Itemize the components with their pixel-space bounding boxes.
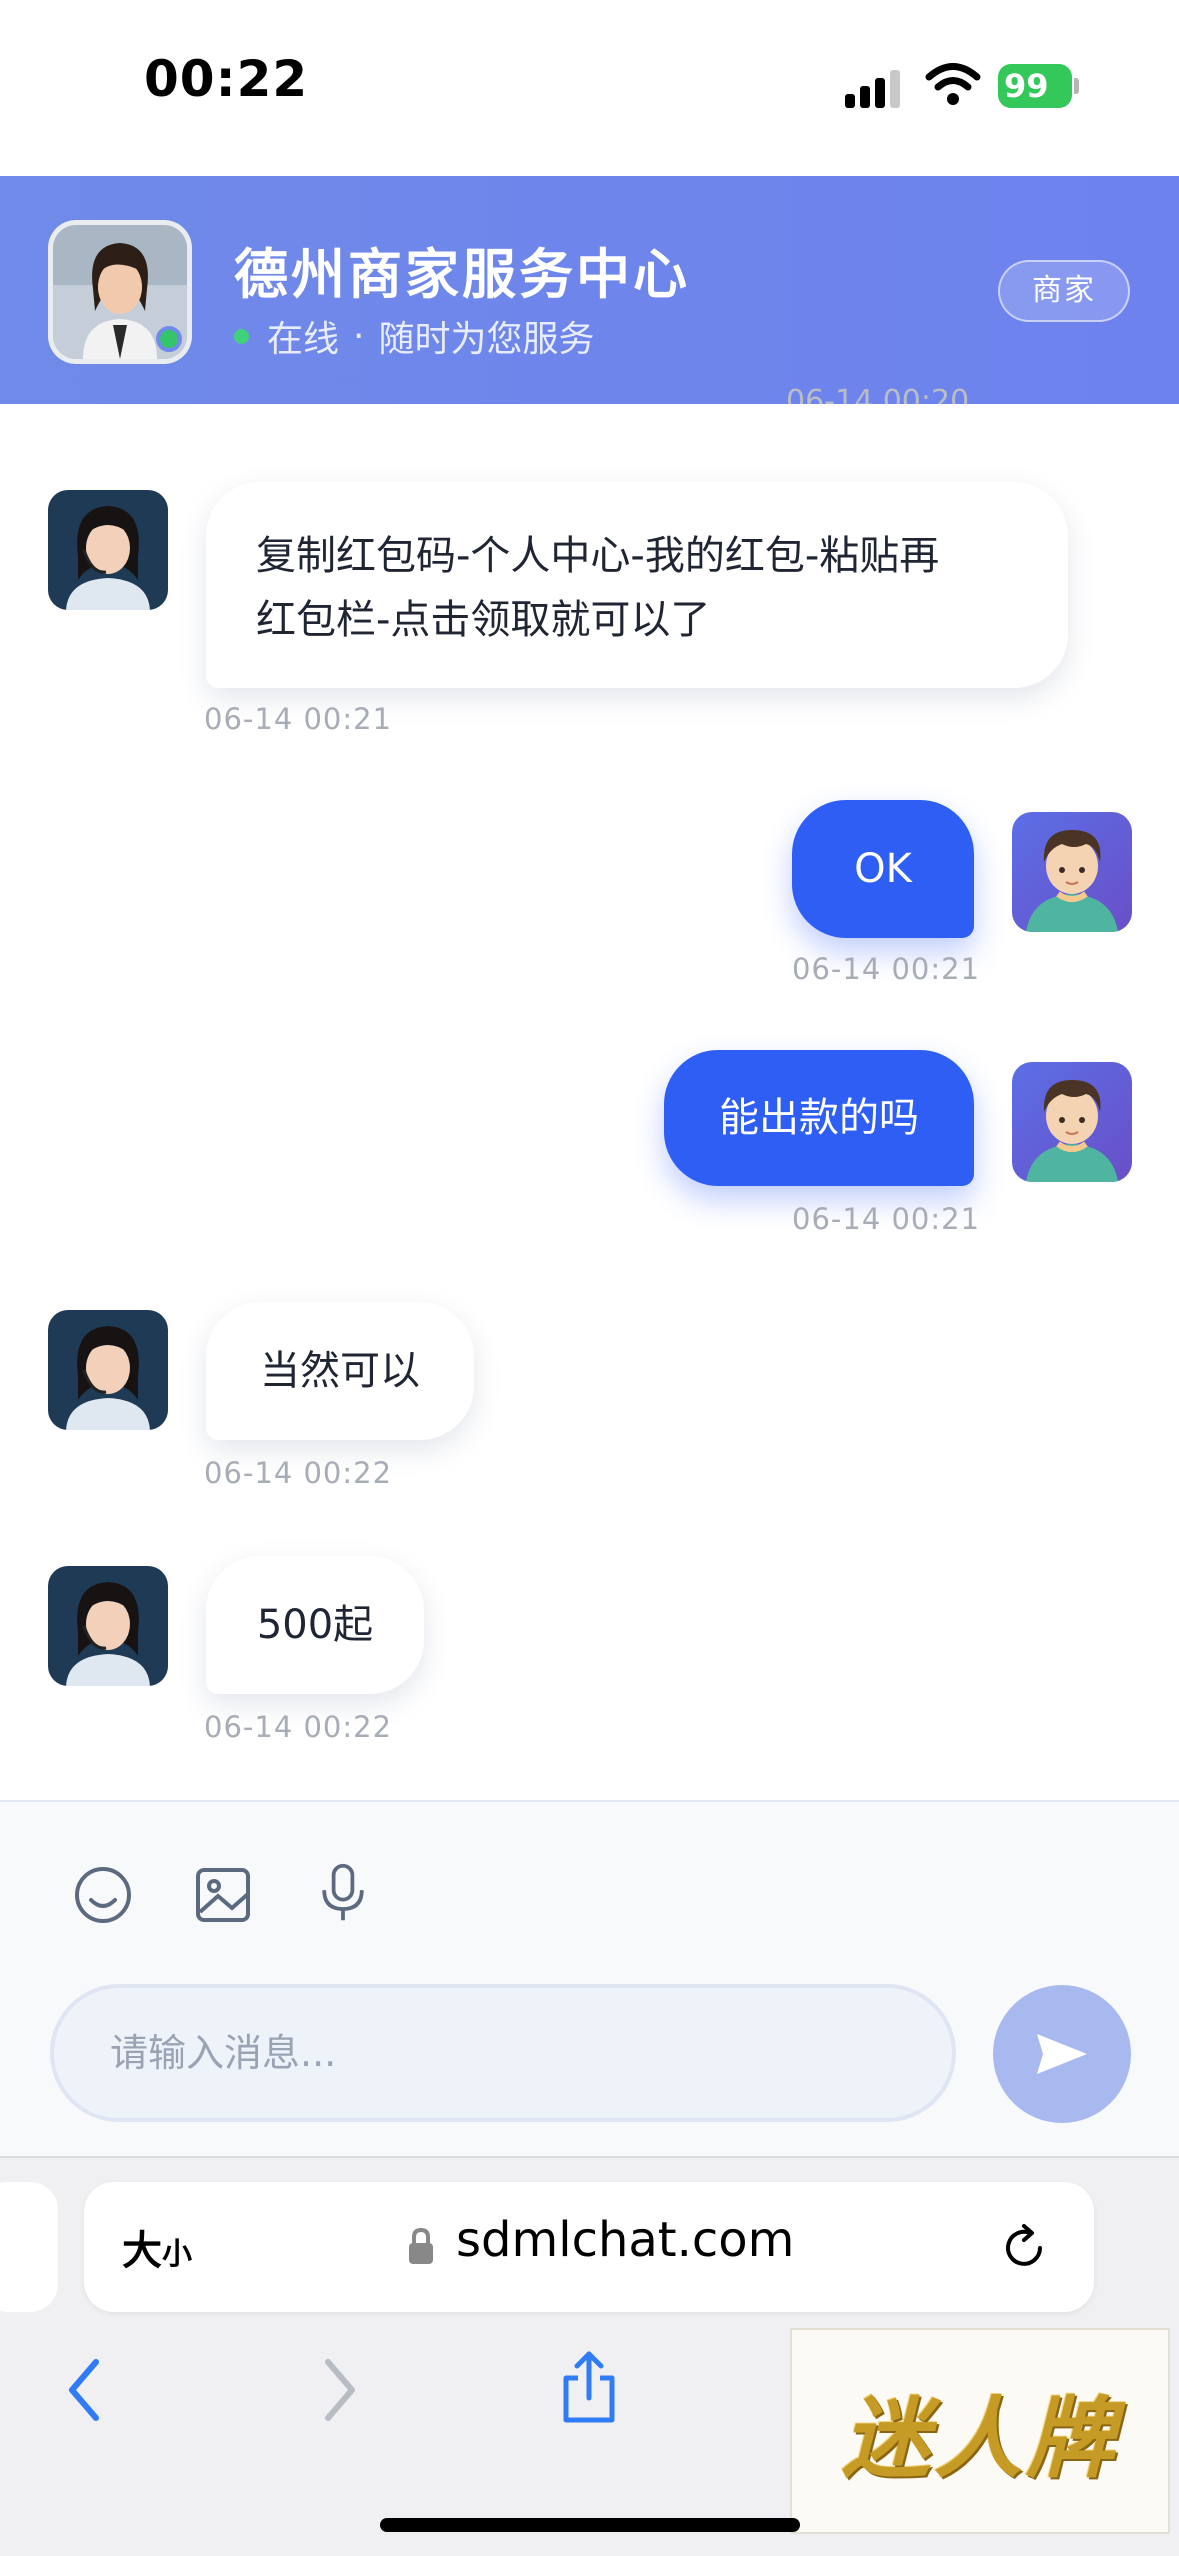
agent-headset-avatar-icon bbox=[48, 490, 168, 610]
lock-icon bbox=[409, 2227, 433, 2264]
user-message-avatar bbox=[1012, 1062, 1132, 1182]
message-timestamp: 06-14 00:21 bbox=[792, 952, 981, 986]
forward-icon[interactable] bbox=[304, 2350, 374, 2430]
wifi-icon bbox=[925, 63, 981, 105]
agent-headset-avatar-icon bbox=[48, 1566, 168, 1686]
watermark-logo: 迷人牌 bbox=[790, 2328, 1170, 2534]
reload-icon[interactable] bbox=[996, 2220, 1052, 2276]
status-time: 00:22 bbox=[144, 50, 309, 108]
chat-header: 德州商家服务中心 在线 · 随时为您服务 商家 bbox=[0, 176, 1179, 404]
message-bubble-outgoing: OK bbox=[792, 800, 974, 938]
chat-screen: 00:22 99 德州商家服务中心 在线 · 随时为您服务 商家 06-14 0… bbox=[0, 0, 1179, 2556]
message-input[interactable] bbox=[50, 1984, 956, 2122]
microphone-icon[interactable] bbox=[312, 1862, 374, 1924]
merchant-badge[interactable]: 商家 bbox=[998, 260, 1130, 322]
agent-message-avatar bbox=[48, 1566, 168, 1686]
agent-message-avatar bbox=[48, 490, 168, 610]
online-label: 在线 bbox=[267, 319, 340, 360]
message-bubble-outgoing: 能出款的吗 bbox=[664, 1050, 974, 1186]
text-size-small-label: 小 bbox=[162, 2237, 192, 2272]
message-timestamp: 06-14 00:22 bbox=[204, 1456, 393, 1490]
message-composer bbox=[0, 1800, 1179, 2156]
emoji-icon[interactable] bbox=[72, 1864, 134, 1926]
previous-timestamp: 06-14 00:20 bbox=[786, 384, 970, 404]
user-message-avatar bbox=[1012, 812, 1132, 932]
watermark-text: 迷人牌 bbox=[841, 2385, 1118, 2490]
home-indicator[interactable] bbox=[380, 2518, 800, 2532]
header-status: 在线 · 随时为您服务 bbox=[234, 310, 594, 362]
share-icon[interactable] bbox=[554, 2348, 624, 2428]
message-bubble-incoming: 复制红包码-个人中心-我的红包-粘贴再 红包栏-点击领取就可以了 bbox=[206, 482, 1068, 688]
message-bubble-incoming: 当然可以 bbox=[206, 1302, 474, 1440]
battery-icon: 99 bbox=[998, 64, 1080, 108]
text-size-label: 大 bbox=[122, 2228, 162, 2274]
text-size-button[interactable]: 大小 bbox=[122, 2218, 192, 2276]
battery-level: 99 bbox=[998, 64, 1072, 108]
back-icon[interactable] bbox=[50, 2350, 120, 2430]
status-bar: 00:22 99 bbox=[0, 0, 1179, 176]
user-cartoon-avatar-icon bbox=[1012, 1062, 1132, 1182]
cellular-signal-icon bbox=[845, 68, 905, 108]
send-button[interactable] bbox=[993, 1985, 1131, 2123]
message-timestamp: 06-14 00:21 bbox=[792, 1202, 981, 1236]
page-title: 德州商家服务中心 bbox=[234, 243, 690, 306]
url-text: sdmlchat.com bbox=[456, 2212, 795, 2268]
user-cartoon-avatar-icon bbox=[1012, 812, 1132, 932]
online-indicator bbox=[156, 326, 182, 352]
send-icon bbox=[1037, 2034, 1087, 2074]
image-icon[interactable] bbox=[192, 1864, 254, 1926]
online-status-icon bbox=[234, 328, 249, 344]
message-text-line-2: 红包栏-点击领取就可以了 bbox=[256, 597, 711, 643]
message-timestamp: 06-14 00:21 bbox=[204, 702, 393, 736]
previous-tab[interactable] bbox=[0, 2182, 58, 2312]
message-bubble-incoming: 500起 bbox=[206, 1556, 424, 1694]
status-separator: · bbox=[353, 315, 365, 357]
message-timestamp: 06-14 00:22 bbox=[204, 1710, 393, 1744]
address-bar[interactable]: 大小 sdmlchat.com bbox=[84, 2182, 1094, 2312]
service-label: 随时为您服务 bbox=[378, 319, 595, 360]
agent-message-avatar bbox=[48, 1310, 168, 1430]
message-text-line-1: 复制红包码-个人中心-我的红包-粘贴再 bbox=[256, 533, 940, 579]
agent-headset-avatar-icon bbox=[48, 1310, 168, 1430]
